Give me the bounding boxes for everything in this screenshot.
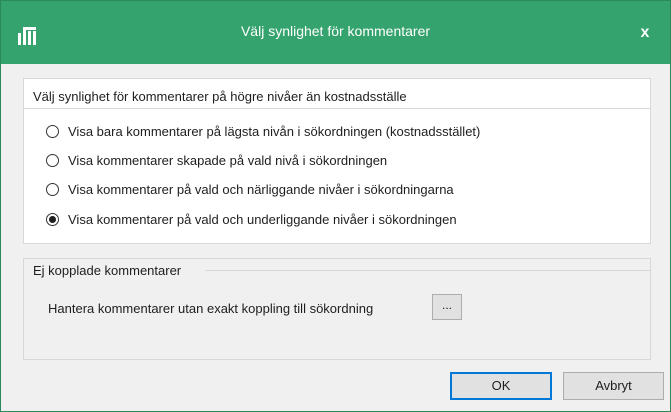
- unlinked-group-header: Ej kopplade kommentarer: [33, 263, 182, 278]
- radio-button[interactable]: [46, 182, 59, 196]
- radio-option-selected-level[interactable]: Visa kommentarer skapade på vald nivå i …: [46, 151, 387, 169]
- ok-button[interactable]: OK: [450, 372, 552, 400]
- radio-option-lowest-level[interactable]: Visa bara kommentarer på lägsta nivån i …: [46, 122, 480, 140]
- dialog-window: Välj synlighet för kommentarer x Välj sy…: [0, 0, 671, 412]
- radio-option-underlying-levels[interactable]: Visa kommentarer på vald och underliggan…: [46, 210, 457, 228]
- visibility-group-header: Välj synlighet för kommentarer på högre …: [33, 89, 407, 104]
- radio-option-label: Visa kommentarer skapade på vald nivå i …: [68, 152, 388, 168]
- browse-button[interactable]: ...: [432, 294, 462, 320]
- radio-option-label: Visa kommentarer på vald och närliggande…: [68, 181, 454, 197]
- radio-button-checked[interactable]: [46, 212, 59, 226]
- radio-option-label: Visa kommentarer på vald och underliggan…: [68, 211, 457, 227]
- manage-comments-label: Hantera kommentarer utan exakt koppling …: [48, 301, 374, 316]
- radio-option-adjacent-levels[interactable]: Visa kommentarer på vald och närliggande…: [46, 180, 454, 198]
- radio-button[interactable]: [46, 124, 59, 138]
- cancel-button[interactable]: Avbryt: [563, 372, 664, 400]
- title-bar: Välj synlighet för kommentarer x: [1, 1, 670, 64]
- unlinked-comments-groupbox: Ej kopplade kommentarer Hantera kommenta…: [23, 258, 651, 360]
- group-divider: [24, 108, 650, 109]
- window-title: Välj synlighet för kommentarer: [240, 23, 431, 39]
- radio-button[interactable]: [46, 153, 59, 167]
- radio-option-label: Visa bara kommentarer på lägsta nivån i …: [68, 123, 481, 139]
- visibility-groupbox: Välj synlighet för kommentarer på högre …: [23, 78, 651, 244]
- group-divider: [205, 270, 650, 271]
- close-button[interactable]: x: [634, 22, 656, 44]
